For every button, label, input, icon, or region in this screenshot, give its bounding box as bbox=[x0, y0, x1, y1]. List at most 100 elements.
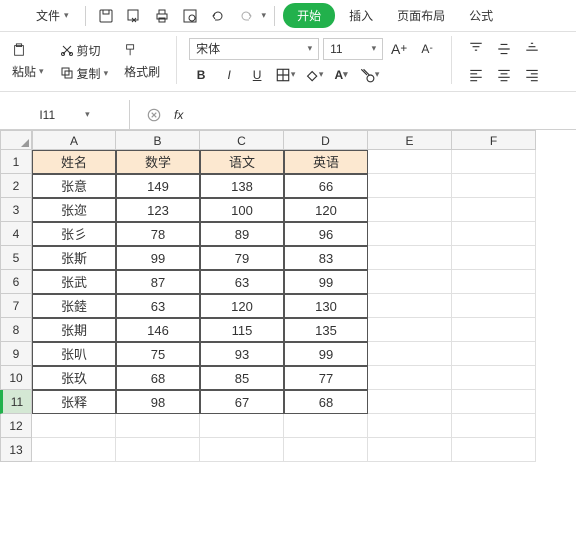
cell[interactable]: 138 bbox=[200, 174, 284, 198]
formatpainter-button[interactable] bbox=[120, 41, 164, 59]
row-header[interactable]: 12 bbox=[0, 414, 32, 438]
cell[interactable]: 68 bbox=[284, 390, 368, 414]
border-button[interactable]: ▾ bbox=[273, 63, 297, 87]
italic-button[interactable]: I bbox=[217, 63, 241, 87]
row-header[interactable]: 13 bbox=[0, 438, 32, 462]
cell[interactable] bbox=[368, 222, 452, 246]
cell[interactable]: 75 bbox=[116, 342, 200, 366]
cell[interactable]: 87 bbox=[116, 270, 200, 294]
spreadsheet-grid[interactable]: ABCDEF 1姓名数学语文英语2张意149138663张迩1231001204… bbox=[0, 130, 576, 462]
col-header[interactable]: B bbox=[116, 130, 200, 150]
cell[interactable] bbox=[368, 390, 452, 414]
align-top-icon[interactable] bbox=[464, 37, 488, 61]
cell[interactable]: 146 bbox=[116, 318, 200, 342]
cell[interactable]: 张彡 bbox=[32, 222, 116, 246]
cell[interactable]: 79 bbox=[200, 246, 284, 270]
preview-icon[interactable] bbox=[178, 4, 202, 28]
cell[interactable]: 99 bbox=[284, 342, 368, 366]
cell[interactable]: 135 bbox=[284, 318, 368, 342]
cell[interactable]: 77 bbox=[284, 366, 368, 390]
cell[interactable] bbox=[452, 150, 536, 174]
cell[interactable] bbox=[368, 150, 452, 174]
cell[interactable] bbox=[452, 390, 536, 414]
cell[interactable]: 67 bbox=[200, 390, 284, 414]
cell[interactable] bbox=[452, 438, 536, 462]
row-header[interactable]: 9 bbox=[0, 342, 32, 366]
cell[interactable]: 张释 bbox=[32, 390, 116, 414]
cell[interactable] bbox=[368, 198, 452, 222]
cell[interactable] bbox=[368, 174, 452, 198]
row-header[interactable]: 4 bbox=[0, 222, 32, 246]
cell[interactable]: 115 bbox=[200, 318, 284, 342]
cell[interactable]: 张錴 bbox=[32, 294, 116, 318]
cell[interactable]: 149 bbox=[116, 174, 200, 198]
cell[interactable] bbox=[368, 366, 452, 390]
cell[interactable] bbox=[368, 342, 452, 366]
cell[interactable]: 120 bbox=[200, 294, 284, 318]
col-header[interactable]: E bbox=[368, 130, 452, 150]
cell[interactable]: 96 bbox=[284, 222, 368, 246]
align-mid-icon[interactable] bbox=[492, 37, 516, 61]
caret-icon[interactable]: ▾ bbox=[262, 10, 267, 21]
cell[interactable]: 98 bbox=[116, 390, 200, 414]
cell[interactable]: 语文 bbox=[200, 150, 284, 174]
cell[interactable]: 83 bbox=[284, 246, 368, 270]
cell[interactable] bbox=[368, 270, 452, 294]
print-icon[interactable] bbox=[150, 4, 174, 28]
cell[interactable] bbox=[452, 198, 536, 222]
cell[interactable]: 99 bbox=[284, 270, 368, 294]
cell[interactable] bbox=[284, 414, 368, 438]
cell[interactable]: 张玖 bbox=[32, 366, 116, 390]
cell[interactable] bbox=[452, 294, 536, 318]
cancel-icon[interactable] bbox=[142, 103, 166, 127]
cell[interactable]: 数学 bbox=[116, 150, 200, 174]
align-left-icon[interactable] bbox=[464, 63, 488, 87]
menu-icon[interactable] bbox=[8, 12, 24, 20]
cell[interactable] bbox=[452, 270, 536, 294]
row-header[interactable]: 6 bbox=[0, 270, 32, 294]
fontcolor-button[interactable]: A▾ bbox=[329, 63, 353, 87]
cell[interactable] bbox=[452, 246, 536, 270]
row-header[interactable]: 10 bbox=[0, 366, 32, 390]
row-header[interactable]: 1 bbox=[0, 150, 32, 174]
fx-label[interactable]: fx bbox=[174, 108, 183, 122]
cell[interactable] bbox=[32, 414, 116, 438]
redo-icon[interactable] bbox=[234, 4, 258, 28]
bold-button[interactable]: B bbox=[189, 63, 213, 87]
col-header[interactable]: F bbox=[452, 130, 536, 150]
underline-button[interactable]: U bbox=[245, 63, 269, 87]
cell[interactable] bbox=[452, 342, 536, 366]
cell[interactable] bbox=[368, 318, 452, 342]
cell[interactable] bbox=[452, 222, 536, 246]
cell[interactable] bbox=[284, 438, 368, 462]
cell[interactable]: 130 bbox=[284, 294, 368, 318]
row-header[interactable]: 3 bbox=[0, 198, 32, 222]
grow-font-icon[interactable]: A+ bbox=[387, 37, 411, 61]
undo-icon[interactable] bbox=[206, 4, 230, 28]
cell[interactable]: 张期 bbox=[32, 318, 116, 342]
paste-button[interactable] bbox=[8, 41, 48, 59]
cell[interactable] bbox=[452, 174, 536, 198]
col-header[interactable]: C bbox=[200, 130, 284, 150]
cell[interactable]: 93 bbox=[200, 342, 284, 366]
align-center-icon[interactable] bbox=[492, 63, 516, 87]
cell[interactable]: 张迩 bbox=[32, 198, 116, 222]
cell[interactable] bbox=[452, 414, 536, 438]
cell[interactable]: 张武 bbox=[32, 270, 116, 294]
name-box[interactable]: I11▾ bbox=[0, 100, 130, 129]
tab-start[interactable]: 开始 bbox=[283, 3, 335, 28]
cell[interactable]: 姓名 bbox=[32, 150, 116, 174]
cell[interactable]: 123 bbox=[116, 198, 200, 222]
cell[interactable]: 63 bbox=[116, 294, 200, 318]
cell[interactable]: 英语 bbox=[284, 150, 368, 174]
file-menu[interactable]: 文件▾ bbox=[28, 3, 77, 28]
font-select[interactable]: 宋体▾ bbox=[189, 38, 319, 60]
tab-formula[interactable]: 公式 bbox=[459, 3, 503, 28]
cell[interactable]: 张意 bbox=[32, 174, 116, 198]
cell[interactable] bbox=[452, 318, 536, 342]
cell[interactable] bbox=[200, 438, 284, 462]
cell[interactable]: 68 bbox=[116, 366, 200, 390]
tab-layout[interactable]: 页面布局 bbox=[387, 3, 455, 28]
paste-label-button[interactable]: 粘贴▾ bbox=[8, 61, 48, 82]
row-header[interactable]: 5 bbox=[0, 246, 32, 270]
